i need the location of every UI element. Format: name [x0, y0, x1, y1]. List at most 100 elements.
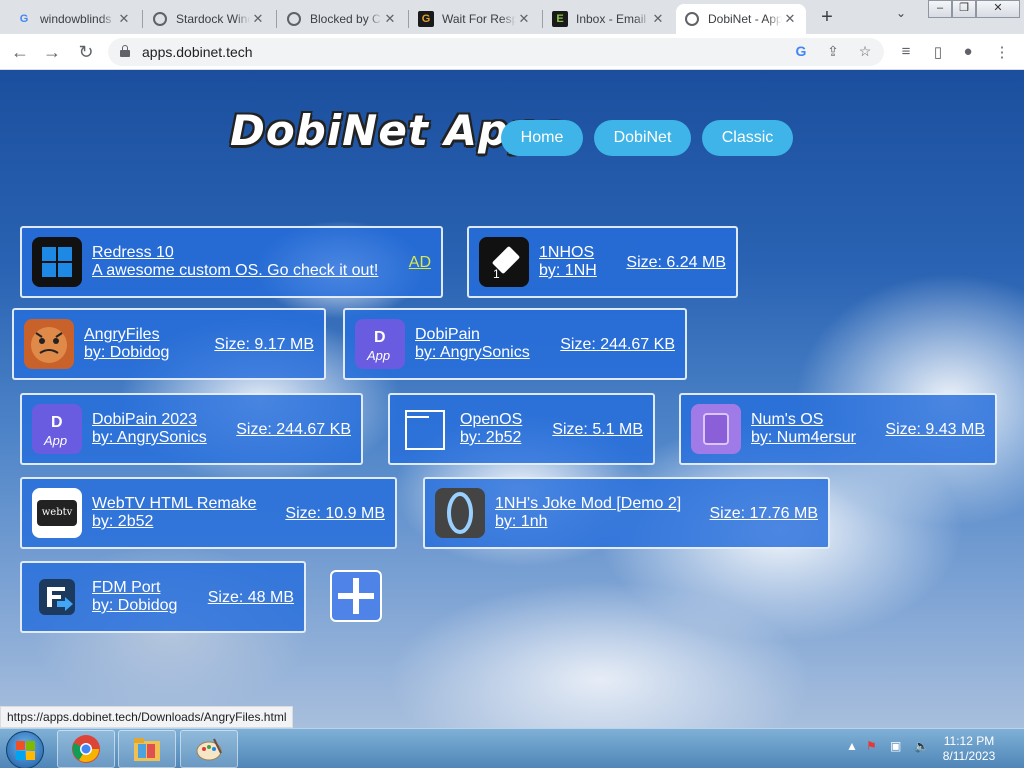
app-card-1nhos[interactable]: 1 1NHOS by: 1NH Size: 6.24 MB: [467, 226, 738, 298]
reload-button[interactable]: ↻: [74, 40, 98, 64]
app-card-webtv-html-remake[interactable]: webtv WebTV HTML Remake by: 2b52 Size: 1…: [20, 477, 397, 549]
menu-kebab-icon[interactable]: ⋮: [992, 43, 1012, 61]
app-size: Size: 10.9 MB: [285, 505, 385, 522]
windows-logo-icon: [32, 237, 82, 287]
side-panel-icon[interactable]: ▯: [928, 43, 948, 61]
reading-list-icon[interactable]: ≡: [896, 43, 916, 60]
tab-wait-for-response[interactable]: G Wait For Response ✕: [410, 4, 540, 34]
ad-badge: AD: [408, 254, 431, 271]
app-author: by: 2b52: [92, 513, 154, 530]
app-card-openos[interactable]: OpenOS by: 2b52 Size: 5.1 MB: [388, 393, 655, 465]
app-size: Size: 9.43 MB: [885, 421, 985, 438]
taskbar-explorer[interactable]: [118, 730, 176, 768]
windows-taskbar: ▲ ⚑ ▣ 🔈 11:12 PM 8/11/2023: [0, 728, 1024, 768]
taskbar-chrome[interactable]: [57, 730, 115, 768]
chrome-icon: [72, 735, 100, 763]
google-g-icon: G: [19, 13, 29, 25]
app-author: by: Dobidog: [84, 344, 170, 361]
app-name: Redress 10: [92, 244, 174, 261]
app-card-angryfiles[interactable]: AngryFiles by: Dobidog Size: 9.17 MB: [12, 308, 326, 380]
taskbar-paint[interactable]: [180, 730, 238, 768]
tab-stardock[interactable]: Stardock WindowBlinds ✕: [144, 4, 274, 34]
eraser-icon: 1: [479, 237, 529, 287]
e-square-icon: E: [552, 11, 568, 27]
network-icon[interactable]: ▣: [890, 739, 901, 753]
tab-title: Blocked by Chrome: [310, 12, 382, 26]
tab-title: Wait For Response: [442, 12, 516, 26]
google-lens-icon[interactable]: G: [792, 43, 810, 59]
bookmark-star-icon[interactable]: ☆: [856, 43, 874, 60]
maximize-button[interactable]: ❐: [952, 0, 976, 18]
app-author: by: AngrySonics: [92, 429, 207, 446]
tab-title: Inbox - Email: [576, 12, 647, 26]
svg-text:D: D: [51, 414, 63, 431]
globe-icon: [152, 11, 168, 27]
g-square-icon: G: [418, 11, 434, 27]
close-tab-icon[interactable]: ✕: [382, 11, 398, 27]
close-tab-icon[interactable]: ✕: [782, 11, 798, 27]
close-tab-icon[interactable]: ✕: [516, 11, 532, 27]
lock-icon[interactable]: [120, 45, 130, 57]
start-button[interactable]: [6, 731, 44, 768]
folder-icon: [134, 738, 160, 761]
window-frame-icon: [400, 404, 450, 454]
app-name: WebTV HTML Remake: [92, 495, 257, 512]
app-card-1nh-joke-mod[interactable]: 1NH's Joke Mod [Demo 2] by: 1nh Size: 17…: [423, 477, 830, 549]
add-app-button[interactable]: [330, 570, 382, 622]
app-author: by: AngrySonics: [415, 344, 530, 361]
nav-classic-button[interactable]: Classic: [702, 120, 793, 156]
minimize-button[interactable]: –: [928, 0, 952, 18]
app-name: DobiPain 2023: [92, 411, 197, 428]
app-card-nums-os[interactable]: Num's OS by: Num4ersur Size: 9.43 MB: [679, 393, 997, 465]
volume-muted-icon[interactable]: 🔈: [914, 739, 929, 753]
show-hidden-icons[interactable]: ▲: [846, 739, 858, 753]
action-center-icon[interactable]: ⚑: [866, 739, 877, 753]
app-size: Size: 9.17 MB: [214, 336, 314, 353]
purple-tablet-icon: [691, 404, 741, 454]
browser-toolbar: ← → ↻ apps.dobinet.tech G ⇪ ☆ ≡ ▯ ● ⋮: [0, 34, 1024, 70]
link-status-bar: https://apps.dobinet.tech/Downloads/Angr…: [0, 706, 294, 728]
tab-dobinet-apps[interactable]: DobiNet - Apps ✕: [676, 4, 806, 34]
app-description: A awesome custom OS. Go check it out!: [92, 262, 379, 279]
url-text[interactable]: apps.dobinet.tech: [142, 44, 253, 60]
app-size: Size: 6.24 MB: [626, 254, 726, 271]
webtv-logo-icon: webtv: [32, 488, 82, 538]
tab-blocked[interactable]: Blocked by Chrome ✕: [278, 4, 406, 34]
tab-windowblinds[interactable]: G windowblinds ✕: [8, 4, 140, 34]
clock-time: 11:12 PM: [943, 734, 995, 748]
close-tab-icon[interactable]: ✕: [650, 11, 666, 27]
app-name: 1NH's Joke Mod [Demo 2]: [495, 495, 682, 512]
dobinet-apps-page: DobiNet Apps Home DobiNet Classic Redres…: [0, 70, 1024, 728]
back-button[interactable]: ←: [8, 40, 32, 64]
app-card-dobipain[interactable]: D App DobiPain by: AngrySonics Size: 244.…: [343, 308, 687, 380]
nav-home-button[interactable]: Home: [501, 120, 583, 156]
dobipain-app-icon: D App: [355, 319, 405, 369]
app-author: by: 1NH: [539, 262, 597, 279]
forward-button[interactable]: →: [40, 40, 64, 64]
profile-avatar-icon[interactable]: ●: [958, 43, 978, 60]
system-clock[interactable]: 11:12 PM 8/11/2023: [936, 734, 1002, 764]
angry-dog-icon: [24, 319, 74, 369]
app-card-fdm-port[interactable]: FDM Port by: Dobidog Size: 48 MB: [20, 561, 306, 633]
tab-title: Stardock WindowBlinds: [176, 12, 250, 26]
dobipain-app-icon: D App: [32, 404, 82, 454]
app-name: 1NHOS: [539, 244, 595, 261]
share-icon[interactable]: ⇪: [824, 43, 842, 60]
address-bar[interactable]: apps.dobinet.tech G ⇪ ☆: [108, 38, 884, 66]
app-card-redress-10[interactable]: Redress 10 A awesome custom OS. Go check…: [20, 226, 443, 298]
svg-text:App: App: [366, 348, 390, 363]
close-tab-icon[interactable]: ✕: [116, 11, 132, 27]
close-window-button[interactable]: ✕: [976, 0, 1020, 18]
app-card-dobipain-2023[interactable]: D App DobiPain 2023 by: AngrySonics Size:…: [20, 393, 363, 465]
app-author: by: Num4ersur: [751, 429, 856, 446]
new-tab-button[interactable]: +: [816, 6, 838, 28]
tab-inbox[interactable]: E Inbox - Email ✕: [544, 4, 674, 34]
nav-dobinet-button[interactable]: DobiNet: [594, 120, 691, 156]
globe-icon: [684, 11, 700, 27]
portal-ring-icon: [435, 488, 485, 538]
tab-title: DobiNet - Apps: [708, 12, 782, 26]
tab-search-icon[interactable]: ⌄: [896, 6, 906, 20]
close-tab-icon[interactable]: ✕: [250, 11, 266, 27]
app-name: Num's OS: [751, 411, 824, 428]
app-size: Size: 244.67 KB: [236, 421, 351, 438]
